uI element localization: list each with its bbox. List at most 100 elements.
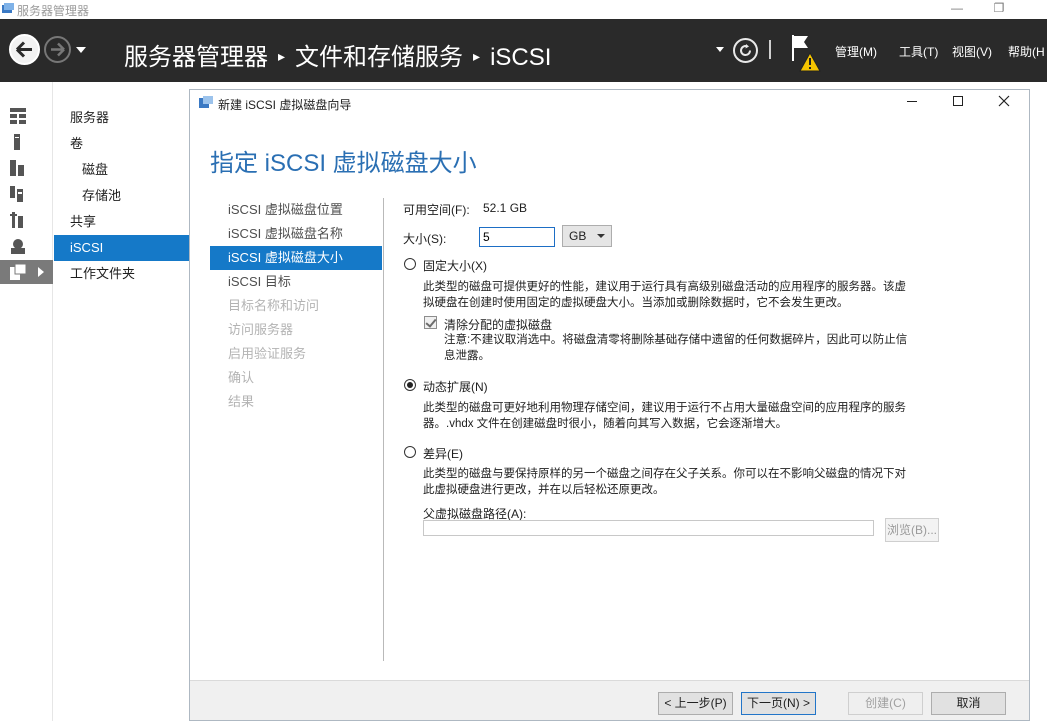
clear-disk-checkbox[interactable] bbox=[424, 316, 437, 329]
header-bar: 服务器管理器 ▸ 文件和存储服务 ▸ iSCSI 管理(M) 工具(T) 视图(V) 帮… bbox=[0, 19, 1047, 82]
storage-icon bbox=[11, 239, 25, 254]
arrow-left-icon bbox=[15, 41, 32, 58]
arrow-right-icon bbox=[51, 42, 65, 57]
nav-item-storage-pools[interactable]: 存储池 bbox=[54, 183, 190, 209]
breadcrumb-item[interactable]: 服务器管理器 bbox=[124, 44, 268, 71]
menu-tools[interactable]: 工具(T) bbox=[899, 43, 938, 60]
nav-item-disks[interactable]: 磁盘 bbox=[54, 157, 190, 183]
wizard-maximize-button[interactable] bbox=[944, 92, 972, 114]
wizard-step[interactable]: iSCSI 虚拟磁盘名称 bbox=[210, 222, 382, 246]
clear-disk-note: 注意:不建议取消选中。将磁盘清零将删除基础存储中遗留的任何数据碎片，因此可以防止… bbox=[444, 332, 907, 364]
close-icon bbox=[998, 95, 1010, 107]
local-server-icon bbox=[14, 134, 20, 150]
nav-item-work-folders[interactable]: 工作文件夹 bbox=[54, 261, 190, 287]
wizard-step-active[interactable]: iSCSI 虚拟磁盘大小 bbox=[210, 246, 382, 270]
refresh-button[interactable] bbox=[733, 38, 758, 63]
size-unit-select[interactable]: GB bbox=[562, 225, 612, 247]
description-line: 此虚拟硬盘进行更改，并在以后轻松还原更改。 bbox=[423, 484, 665, 496]
nav-item-servers[interactable]: 服务器 bbox=[54, 105, 190, 131]
differencing-description: 此类型的磁盘与要保持原样的另一个磁盘之间存在父子关系。你可以在不影响父磁盘的情况… bbox=[423, 466, 906, 498]
strip-role[interactable] bbox=[0, 182, 53, 206]
wizard-close-button[interactable] bbox=[990, 92, 1018, 114]
description-line: 拟硬盘在创建时使用固定的虚拟硬盘大小。当添加或删除数据时，它不会发生更改。 bbox=[423, 297, 849, 309]
dynamic-expand-radio[interactable] bbox=[404, 379, 416, 391]
refresh-dropdown-icon[interactable] bbox=[716, 47, 724, 52]
cancel-button[interactable]: 取消 bbox=[931, 692, 1006, 715]
minimize-icon bbox=[907, 101, 917, 102]
back-button[interactable] bbox=[9, 34, 40, 65]
description-line: 此类型的磁盘与要保持原样的另一个磁盘之间存在父子关系。你可以在不影响父磁盘的情况… bbox=[423, 468, 906, 480]
forward-button[interactable] bbox=[44, 36, 71, 63]
breadcrumb-item[interactable]: 文件和存储服务 bbox=[295, 44, 463, 71]
differencing-radio[interactable] bbox=[404, 446, 416, 458]
wizard-step: 确认 bbox=[228, 370, 255, 385]
wizard-step: 启用验证服务 bbox=[228, 346, 307, 361]
maximize-icon bbox=[953, 96, 963, 106]
fixed-size-radio[interactable] bbox=[404, 258, 416, 270]
nav-item-iscsi[interactable]: iSCSI bbox=[54, 235, 190, 261]
wizard-titlebar: 新建 iSCSI 虚拟磁盘向导 bbox=[190, 90, 1029, 115]
steps-divider bbox=[383, 198, 384, 661]
menu-manage[interactable]: 管理(M) bbox=[835, 43, 877, 60]
app-titlebar: 服务器管理器 — ❐ bbox=[0, 0, 1047, 19]
size-input[interactable] bbox=[479, 227, 555, 247]
differencing-label[interactable]: 差异(E) bbox=[423, 445, 463, 462]
nav-item-volumes[interactable]: 卷 bbox=[54, 131, 190, 157]
breadcrumb: 服务器管理器 ▸ 文件和存储服务 ▸ iSCSI bbox=[124, 37, 551, 72]
wizard-title: 新建 iSCSI 虚拟磁盘向导 bbox=[218, 98, 352, 112]
menu-help[interactable]: 帮助(H bbox=[1008, 43, 1045, 60]
wizard-dialog: 新建 iSCSI 虚拟磁盘向导 指定 iSCSI 虚拟磁盘大小 iSCSI 虚拟… bbox=[189, 89, 1030, 721]
wizard-icon bbox=[199, 96, 213, 108]
wizard-heading: 指定 iSCSI 虚拟磁盘大小 bbox=[210, 150, 477, 177]
strip-tools[interactable] bbox=[0, 208, 53, 232]
available-space-value: 52.1 GB bbox=[483, 201, 528, 215]
dynamic-expand-label[interactable]: 动态扩展(N) bbox=[423, 378, 488, 395]
icon-strip bbox=[0, 82, 53, 721]
breadcrumb-item[interactable]: iSCSI bbox=[490, 44, 551, 71]
dashboard-icon bbox=[10, 108, 26, 124]
role-icon bbox=[10, 186, 23, 202]
wizard-step: 结果 bbox=[228, 394, 255, 409]
parent-path-input[interactable] bbox=[423, 520, 874, 536]
strip-storage[interactable] bbox=[0, 234, 53, 258]
all-servers-icon bbox=[10, 160, 24, 176]
server-manager-icon bbox=[2, 3, 14, 13]
expand-arrow-icon bbox=[38, 267, 44, 277]
note-line: 息泄露。 bbox=[444, 350, 490, 362]
minimize-button[interactable]: — bbox=[934, 0, 980, 19]
notification-flag-icon[interactable] bbox=[788, 33, 824, 73]
prev-button[interactable]: < 上一步(P) bbox=[658, 692, 733, 715]
size-unit-value: GB bbox=[569, 229, 587, 243]
wizard-step: 访问服务器 bbox=[228, 322, 294, 337]
menu-view[interactable]: 视图(V) bbox=[952, 43, 992, 60]
clear-disk-label[interactable]: 清除分配的虚拟磁盘 bbox=[444, 316, 552, 333]
browse-button[interactable]: 浏览(B)... bbox=[885, 518, 939, 542]
fixed-size-description: 此类型的磁盘可提供更好的性能，建议用于运行具有高级别磁盘活动的应用程序的服务器。… bbox=[423, 279, 906, 311]
restore-button[interactable]: ❐ bbox=[976, 0, 1022, 19]
fixed-size-label[interactable]: 固定大小(X) bbox=[423, 257, 487, 274]
nav-list: 服务器 卷 磁盘 存储池 共享 iSCSI 工作文件夹 bbox=[54, 82, 190, 721]
strip-dashboard[interactable] bbox=[0, 104, 53, 128]
strip-file-storage[interactable] bbox=[0, 260, 53, 284]
header-divider bbox=[769, 40, 771, 59]
file-storage-icon bbox=[10, 264, 27, 280]
app-title: 服务器管理器 bbox=[17, 4, 90, 18]
description-line: 此类型的磁盘可更好地利用物理存储空间，建议用于运行不占用大量磁盘空间的应用程序的… bbox=[423, 402, 906, 414]
tools-icon bbox=[10, 212, 23, 228]
note-line: 注意:不建议取消选中。将磁盘清零将删除基础存储中遗留的任何数据碎片，因此可以防止… bbox=[444, 334, 908, 346]
history-dropdown-icon[interactable] bbox=[76, 47, 86, 53]
breadcrumb-separator: ▸ bbox=[473, 48, 481, 64]
wizard-minimize-button[interactable] bbox=[898, 92, 926, 114]
dynamic-expand-description: 此类型的磁盘可更好地利用物理存储空间，建议用于运行不占用大量磁盘空间的应用程序的… bbox=[423, 400, 906, 432]
breadcrumb-separator: ▸ bbox=[278, 48, 286, 64]
wizard-step: 目标名称和访问 bbox=[228, 298, 320, 313]
strip-all-servers[interactable] bbox=[0, 156, 53, 180]
description-line: 此类型的磁盘可提供更好的性能，建议用于运行具有高级别磁盘活动的应用程序的服务器。… bbox=[423, 281, 906, 293]
strip-local-server[interactable] bbox=[0, 130, 53, 154]
refresh-icon bbox=[740, 44, 752, 57]
nav-item-shares[interactable]: 共享 bbox=[54, 209, 190, 235]
next-button[interactable]: 下一页(N) > bbox=[741, 692, 816, 715]
create-button[interactable]: 创建(C) bbox=[848, 692, 923, 715]
wizard-step[interactable]: iSCSI 虚拟磁盘位置 bbox=[210, 198, 382, 222]
wizard-step[interactable]: iSCSI 目标 bbox=[210, 270, 382, 294]
